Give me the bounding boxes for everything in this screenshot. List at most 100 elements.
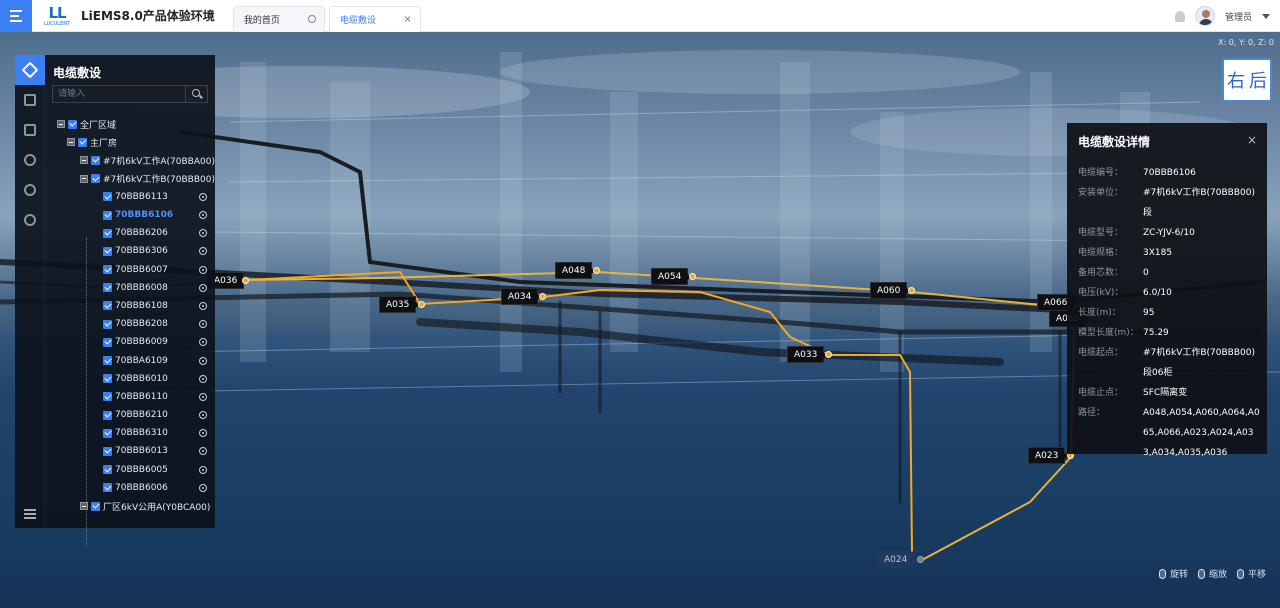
locate-icon[interactable]: [199, 247, 207, 256]
locate-icon[interactable]: [199, 265, 207, 274]
marker-a054[interactable]: A054: [651, 268, 693, 285]
layers-tool-icon[interactable]: [15, 115, 45, 145]
menu-toggle-button[interactable]: [0, 0, 32, 32]
tree-node-label: 70BBB6006: [115, 482, 168, 493]
tree-leaf-cable[interactable]: 70BBB6206: [45, 224, 215, 242]
tree-leaf-cable[interactable]: 70BBB6306: [45, 242, 215, 260]
checkbox[interactable]: [68, 119, 77, 129]
tree-leaf-cable[interactable]: 70BBB6006: [45, 479, 215, 497]
marker-a048[interactable]: A048: [555, 262, 597, 279]
checkbox[interactable]: [103, 246, 112, 256]
checkbox[interactable]: [103, 337, 112, 347]
locate-icon[interactable]: [199, 229, 207, 238]
tree-node-label: 全厂区域: [80, 120, 117, 131]
expand-toggle-icon[interactable]: [67, 138, 75, 147]
tree-leaf-cable[interactable]: 70BBA6109: [45, 351, 215, 369]
close-tab-icon[interactable]: ×: [403, 14, 411, 25]
locate-icon[interactable]: [199, 211, 207, 220]
tree-node[interactable]: 厂区6kV公用A(Y0BCA00): [45, 497, 215, 515]
checkbox[interactable]: [103, 446, 112, 456]
tree-leaf-cable[interactable]: 70BBB6106: [45, 206, 215, 224]
checkbox[interactable]: [91, 174, 100, 184]
expand-toggle-icon[interactable]: [80, 502, 88, 511]
locate-icon[interactable]: [199, 320, 207, 329]
checkbox[interactable]: [103, 356, 112, 366]
tab-home[interactable]: 我的首页: [232, 5, 325, 32]
tree-leaf-cable[interactable]: 70BBB6110: [45, 388, 215, 406]
checkbox[interactable]: [103, 192, 112, 202]
tab-cable-laying[interactable]: 电缆敷设 ×: [328, 5, 421, 32]
search-input[interactable]: [53, 86, 185, 102]
checkbox[interactable]: [91, 501, 100, 511]
checkbox[interactable]: [103, 465, 112, 475]
refresh-icon[interactable]: [307, 15, 316, 23]
marker-a034[interactable]: A034: [501, 288, 543, 305]
checkbox[interactable]: [103, 301, 112, 311]
marker-a023[interactable]: A023: [1028, 447, 1070, 464]
locate-icon[interactable]: [199, 338, 207, 347]
collapse-menu-icon[interactable]: [15, 504, 45, 524]
marker-a060[interactable]: A060: [870, 282, 912, 299]
locate-icon[interactable]: [199, 465, 207, 474]
chevron-down-icon[interactable]: [1262, 13, 1270, 19]
avatar[interactable]: [1194, 6, 1215, 26]
cable-laying-tool-icon[interactable]: [15, 55, 45, 85]
tree-leaf-cable[interactable]: 70BBB6013: [45, 442, 215, 460]
target-tool-icon[interactable]: [15, 145, 45, 175]
detail-row: 长度(m)： 95: [1078, 303, 1260, 323]
locate-icon[interactable]: [199, 392, 207, 401]
checkbox[interactable]: [103, 392, 112, 402]
app-title: LiEMS8.0产品体验环境: [81, 9, 215, 23]
list-tool-icon[interactable]: [15, 85, 45, 115]
mouse-scroll-icon: [1197, 568, 1205, 579]
tree-node[interactable]: #7机6kV工作A(70BBA00): [45, 151, 215, 169]
checkbox[interactable]: [103, 228, 112, 238]
expand-toggle-icon[interactable]: [80, 174, 88, 183]
checkbox[interactable]: [103, 410, 112, 420]
move-tool-icon[interactable]: [15, 175, 45, 205]
checkbox[interactable]: [78, 137, 87, 147]
checkbox[interactable]: [103, 265, 112, 275]
search-icon[interactable]: [185, 86, 207, 102]
tree-leaf-cable[interactable]: 70BBB6208: [45, 315, 215, 333]
checkbox[interactable]: [103, 374, 112, 384]
tree-node[interactable]: #7机6kV工作B(70BBB00): [45, 170, 215, 188]
marker-a033[interactable]: A033: [787, 346, 829, 363]
locate-icon[interactable]: [199, 374, 207, 383]
tree-leaf-cable[interactable]: 70BBB6010: [45, 370, 215, 388]
checkbox[interactable]: [103, 319, 112, 329]
tree-leaf-cable[interactable]: 70BBB6210: [45, 406, 215, 424]
user-name[interactable]: 管理员: [1225, 10, 1252, 23]
tree-leaf-cable[interactable]: 70BBB6007: [45, 261, 215, 279]
tree-leaf-cable[interactable]: 70BBB6108: [45, 297, 215, 315]
locate-icon[interactable]: [199, 301, 207, 310]
tree-leaf-cable[interactable]: 70BBB6310: [45, 424, 215, 442]
view-cube[interactable]: 右 后: [1222, 58, 1272, 102]
tree-leaf-cable[interactable]: 70BBB6009: [45, 333, 215, 351]
bell-icon[interactable]: [1174, 10, 1185, 22]
locate-icon[interactable]: [199, 447, 207, 456]
tree-leaf-cable[interactable]: 70BBB6005: [45, 461, 215, 479]
expand-toggle-icon[interactable]: [57, 120, 65, 129]
tree-node-label: 厂区6kV公用A(Y0BCA00): [103, 502, 211, 513]
checkbox[interactable]: [91, 155, 100, 165]
locate-icon[interactable]: [199, 192, 207, 201]
marker-a024[interactable]: A024: [877, 551, 919, 568]
tree-leaf-cable[interactable]: 70BBB6008: [45, 279, 215, 297]
checkbox[interactable]: [103, 428, 112, 438]
locate-icon[interactable]: [199, 283, 207, 292]
marker-a035[interactable]: A035: [379, 296, 421, 313]
checkbox[interactable]: [103, 210, 112, 220]
locate-icon[interactable]: [199, 483, 207, 492]
tree-node[interactable]: 全厂区域: [45, 115, 215, 133]
expand-toggle-icon[interactable]: [80, 156, 88, 165]
locate-icon[interactable]: [199, 356, 207, 365]
locate-icon[interactable]: [199, 411, 207, 420]
tree-leaf-cable[interactable]: 70BBB6113: [45, 188, 215, 206]
checkbox[interactable]: [103, 483, 112, 493]
tree-node[interactable]: 主厂房: [45, 133, 215, 151]
checkbox[interactable]: [103, 283, 112, 293]
location-tool-icon[interactable]: [15, 205, 45, 235]
locate-icon[interactable]: [199, 429, 207, 438]
close-icon[interactable]: ×: [1247, 133, 1257, 147]
